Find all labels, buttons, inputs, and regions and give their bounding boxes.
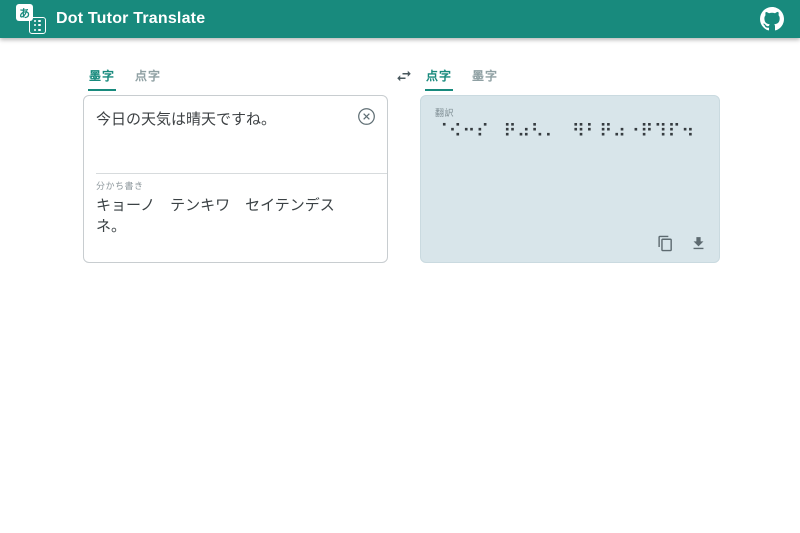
wakachi-label: 分かち書き: [96, 179, 343, 192]
app-title: Dot Tutor Translate: [56, 10, 205, 28]
kana-square: あ: [16, 4, 33, 21]
kana-glyph: あ: [19, 5, 30, 21]
download-icon[interactable]: [690, 235, 707, 252]
app-bar: あ Dot Tutor Translate: [0, 0, 800, 38]
translation-card: 翻訳 ⠈⠪⠒⠎⠀⠟⠴⠣⠄⠀⠻⠃⠟⠴⠐⠟⠹⠏⠲: [420, 95, 720, 263]
target-tab-sumiji[interactable]: 墨字: [471, 64, 499, 91]
divider: [96, 173, 387, 174]
target-tab-tenji[interactable]: 点字: [425, 64, 453, 91]
wakachi-text: キョーノ テンキワ セイテンデスネ。: [96, 195, 343, 237]
braille-dots: [34, 20, 42, 32]
github-icon[interactable]: [760, 7, 784, 31]
target-tabs: 点字 墨字: [425, 64, 720, 91]
app-logo-icon: あ: [16, 4, 46, 34]
source-tab-sumiji[interactable]: 墨字: [88, 64, 116, 91]
direction-controls: [388, 64, 420, 263]
clear-circle-icon[interactable]: [357, 107, 376, 126]
source-tab-tenji[interactable]: 点字: [134, 64, 162, 91]
source-text-input[interactable]: 今日の天気は晴天ですね。: [96, 109, 343, 173]
braille-output: ⠈⠪⠒⠎⠀⠟⠴⠣⠄⠀⠻⠃⠟⠴⠐⠟⠹⠏⠲: [435, 121, 705, 142]
output-actions: [657, 235, 707, 252]
source-tabs: 墨字 点字: [88, 64, 388, 91]
source-panel: 墨字 点字 今日の天気は晴天ですね。 分かち書き キョーノ テンキワ セイテンデ…: [83, 64, 388, 263]
copy-icon[interactable]: [657, 235, 674, 252]
source-card: 今日の天気は晴天ですね。 分かち書き キョーノ テンキワ セイテンデスネ。: [83, 95, 388, 263]
swap-horizontal-icon[interactable]: [395, 67, 413, 85]
main-content: 墨字 点字 今日の天気は晴天ですね。 分かち書き キョーノ テンキワ セイテンデ…: [0, 38, 800, 263]
target-panel: 点字 墨字 翻訳 ⠈⠪⠒⠎⠀⠟⠴⠣⠄⠀⠻⠃⠟⠴⠐⠟⠹⠏⠲: [420, 64, 720, 263]
translation-label: 翻訳: [435, 106, 705, 119]
